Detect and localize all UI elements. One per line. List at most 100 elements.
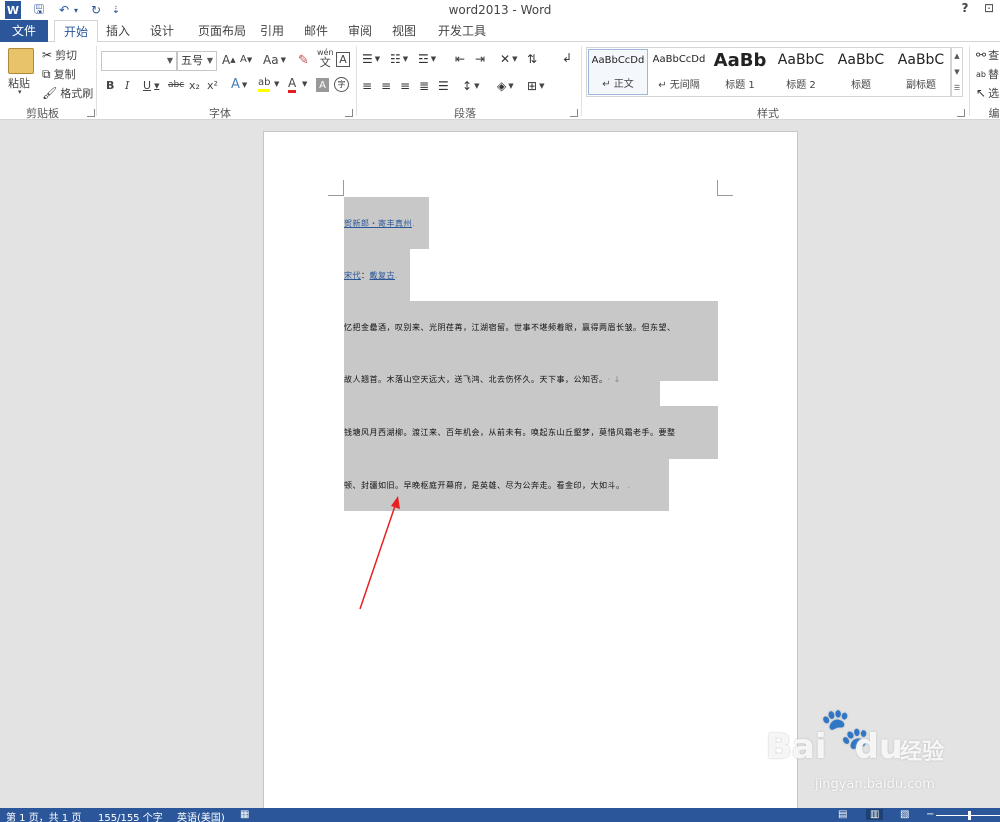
doc-author-line[interactable]: 宋代：戴复古. <box>344 270 398 281</box>
style-heading-2[interactable]: AaBbC 标题 2 <box>771 49 831 95</box>
style-title[interactable]: AaBbC 标题 <box>831 49 891 95</box>
find-button[interactable]: ⚯ 查 <box>976 47 999 63</box>
borders-button[interactable]: ⊞ ▼ <box>527 79 544 93</box>
bullets-button[interactable]: ☰ ▼ <box>362 52 380 66</box>
italic-button[interactable]: I <box>125 79 129 92</box>
format-painter-button[interactable]: 🖌 格式刷 <box>42 85 93 101</box>
scroll-down-icon[interactable]: ▼ <box>952 64 962 80</box>
borders-icon: ⊞ <box>527 79 538 93</box>
tab-insert[interactable]: 插入 <box>100 20 136 42</box>
watermark-brand-cn: 经验 <box>900 740 945 765</box>
document-page[interactable]: 贺新郎・寄丰真州. 宋代：戴复古. 忆把金罍酒，叹别来、光阴荏苒，江湖宿留。世事… <box>263 131 798 821</box>
increase-indent-button[interactable]: ⇥ <box>475 52 485 66</box>
tab-home[interactable]: 开始 <box>54 20 98 43</box>
font-dialog-launcher[interactable] <box>345 109 353 117</box>
enclose-characters-button[interactable]: 字 <box>334 77 349 92</box>
italic-icon: I <box>125 79 130 92</box>
align-left-button[interactable]: ≡ <box>362 79 372 93</box>
tab-developer[interactable]: 开发工具 <box>432 20 492 42</box>
distributed-button[interactable]: ☰ <box>438 79 449 93</box>
style-name: ↵ 无间隔 <box>658 80 700 91</box>
change-case-button[interactable]: Aa ▼ <box>263 53 286 67</box>
styles-dialog-launcher[interactable] <box>957 109 965 117</box>
style-subtitle[interactable]: AaBbC 副标题 <box>891 49 951 95</box>
underline-button[interactable]: U ▼ <box>143 79 159 92</box>
clear-formatting-icon[interactable]: ✎ <box>298 53 309 68</box>
doc-text-line[interactable]: 顿、封疆如旧。早晚枢庭开幕府，是英雄、尽为公奔走。看金印，大如斗。. <box>344 480 631 491</box>
style-normal[interactable]: AaBbCcDd ↵ 正文 <box>588 49 648 95</box>
tab-file[interactable]: 文件 <box>0 20 48 42</box>
tab-review[interactable]: 审阅 <box>342 20 378 42</box>
sort-button[interactable]: ⇅ <box>527 52 537 66</box>
align-right-button[interactable]: ≡ <box>400 79 410 93</box>
justify-button[interactable]: ≣ <box>419 79 429 93</box>
clipboard-icon[interactable] <box>8 48 34 74</box>
help-icon[interactable]: ? <box>958 1 972 19</box>
multilevel-list-button[interactable]: ☲ ▼ <box>418 52 436 66</box>
tab-references[interactable]: 引用 <box>254 20 290 42</box>
read-mode-icon[interactable]: ▤ <box>838 809 847 820</box>
replace-icon: ab <box>976 69 986 79</box>
doc-text-line[interactable]: 钱塘风月西湖柳。渡江来、百年机会，从前未有。唤起东山丘壑梦，莫惜风霜老手。要整 <box>344 427 676 438</box>
doc-text-line[interactable]: 故人翘首。木落山空天远大，送飞鸿、北去伤怀久。天下事，公知否。 · ↓ <box>344 374 621 385</box>
phonetic-guide-button[interactable]: wén 文 <box>317 48 334 68</box>
zoom-out-icon[interactable]: − <box>926 809 934 820</box>
paragraph-dialog-launcher[interactable] <box>570 109 578 117</box>
strikethrough-button[interactable]: abc <box>168 80 184 90</box>
tab-design[interactable]: 设计 <box>144 20 180 42</box>
subscript-button[interactable]: x₂ <box>189 79 200 92</box>
grow-font-button[interactable]: A ▲ <box>222 53 236 67</box>
align-center-button[interactable]: ≡ <box>381 79 391 93</box>
show-hide-marks-button[interactable]: ↲ <box>562 51 572 65</box>
line-spacing-button[interactable]: ↕ ▼ <box>462 79 479 93</box>
scissors-icon: ✂ <box>42 48 53 62</box>
web-layout-icon[interactable]: ▧ <box>900 809 909 820</box>
body-text: 钱塘风月西湖柳。渡江来、百年机会，从前未有。唤起东山丘壑梦，莫惜风霜老手。要整 <box>344 428 676 437</box>
tab-page-layout[interactable]: 页面布局 <box>190 20 254 42</box>
scroll-up-icon[interactable]: ▲ <box>952 48 962 64</box>
zoom-slider-thumb[interactable] <box>968 811 971 820</box>
paste-dropdown-icon[interactable]: ▾ <box>18 88 22 96</box>
tab-view[interactable]: 视图 <box>386 20 422 42</box>
bold-button[interactable]: B <box>106 79 114 92</box>
shrink-font-icon: A <box>240 54 247 65</box>
shading-button[interactable]: ◈ ▼ <box>497 79 514 93</box>
macro-record-icon[interactable]: ▦ <box>240 809 249 820</box>
clipboard-dialog-launcher[interactable] <box>87 109 95 117</box>
word-count[interactable]: 155/155 个字 <box>98 809 163 822</box>
doc-title-line[interactable]: 贺新郎・寄丰真州. <box>344 218 415 229</box>
doc-text-line[interactable]: 忆把金罍酒，叹别来、光阴荏苒，江湖宿留。世事不堪频着眼，赢得两眉长皱。但东望、 <box>344 322 676 333</box>
styles-gallery-scroll[interactable]: ▲ ▼ ☰ <box>951 47 963 97</box>
cut-button[interactable]: ✂ 剪切 <box>42 47 77 63</box>
language[interactable]: 英语(美国) <box>177 809 225 822</box>
decrease-indent-button[interactable]: ⇤ <box>455 52 465 66</box>
replace-button[interactable]: ab 替 <box>976 66 999 82</box>
author-link[interactable]: 戴复古 <box>370 271 396 280</box>
highlight-dropdown-icon[interactable]: ▼ <box>274 80 279 88</box>
character-border-button[interactable]: A <box>336 52 350 67</box>
font-size-combo[interactable]: 五号 ▼ <box>177 51 217 71</box>
title-link[interactable]: 贺新郎・寄丰真州 <box>344 219 412 228</box>
style-no-spacing[interactable]: AaBbCcDd ↵ 无间隔 <box>649 49 709 95</box>
chinese-layout-button[interactable]: ✕ ▼ <box>500 52 517 66</box>
style-heading-1[interactable]: AaBb 标题 1 <box>710 49 770 95</box>
font-color-button[interactable]: A <box>288 77 297 93</box>
print-layout-icon[interactable]: ▥ <box>866 809 884 820</box>
copy-button[interactable]: ⧉ 复制 <box>42 66 76 82</box>
numbering-button[interactable]: ☷ ▼ <box>390 52 408 66</box>
shrink-font-button[interactable]: A ▼ <box>240 54 252 65</box>
font-name-combo[interactable]: ▼ <box>101 51 177 71</box>
change-case-icon: Aa <box>263 53 279 67</box>
font-color-dropdown-icon[interactable]: ▼ <box>302 80 307 88</box>
ribbon-display-options-icon[interactable]: ⊡ <box>982 1 996 19</box>
text-effects-button[interactable]: A ▼ <box>231 77 247 92</box>
document-area[interactable]: 贺新郎・寄丰真州. 宋代：戴复古. 忆把金罍酒，叹别来、光阴荏苒，江湖宿留。世事… <box>0 121 1000 821</box>
dynasty-link[interactable]: 宋代 <box>344 271 361 280</box>
more-styles-icon[interactable]: ☰ <box>952 80 962 96</box>
superscript-button[interactable]: x² <box>207 79 218 92</box>
select-button[interactable]: ↖ 选 <box>976 85 999 101</box>
highlight-button[interactable]: ab <box>258 77 271 92</box>
page-count[interactable]: 第 1 页，共 1 页 <box>6 809 81 822</box>
character-shading-button[interactable]: A <box>316 78 329 92</box>
tab-mailings[interactable]: 邮件 <box>298 20 334 42</box>
